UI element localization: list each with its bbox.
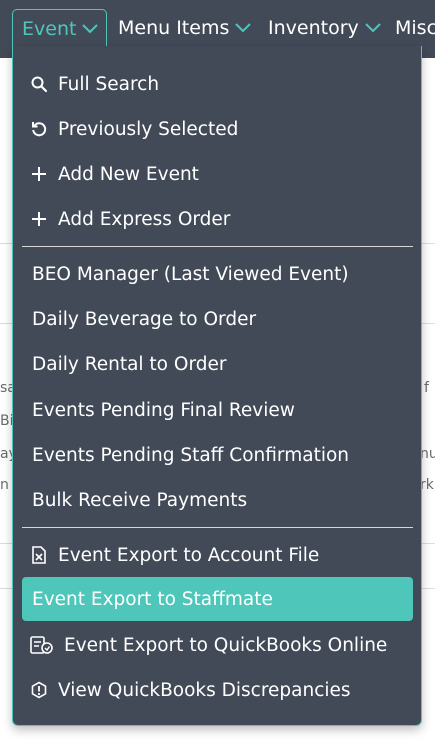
chevron-down-icon bbox=[235, 23, 252, 33]
nav-event[interactable]: Event bbox=[12, 9, 107, 47]
menu-item-beo-manager[interactable]: BEO Manager (Last Viewed Event) bbox=[22, 252, 413, 296]
menu-item-label: Events Pending Final Review bbox=[32, 399, 295, 421]
menu-item-label: BEO Manager (Last Viewed Event) bbox=[32, 263, 349, 285]
excel-file-icon bbox=[29, 545, 49, 565]
menu-item-label: Bulk Receive Payments bbox=[32, 489, 248, 511]
menu-item-daily-beverage[interactable]: Daily Beverage to Order bbox=[22, 297, 413, 341]
menu-item-label: Events Pending Staff Confirmation bbox=[32, 444, 350, 466]
nav-inventory-label: Inventory bbox=[268, 17, 359, 39]
nav-event-label: Event bbox=[22, 17, 77, 40]
menu-divider bbox=[22, 246, 413, 247]
menu-item-pending-staff-confirmation[interactable]: Events Pending Staff Confirmation bbox=[22, 433, 413, 477]
background-text: f bbox=[424, 380, 429, 396]
menu-item-label: Daily Rental to Order bbox=[32, 353, 227, 375]
menu-item-full-search[interactable]: Full Search bbox=[22, 62, 413, 106]
menu-item-bulk-receive-payments[interactable]: Bulk Receive Payments bbox=[22, 478, 413, 522]
menu-item-label: Add New Event bbox=[58, 163, 199, 185]
chevron-down-icon bbox=[82, 23, 99, 33]
menu-divider bbox=[22, 527, 413, 528]
menu-item-label: View QuickBooks Discrepancies bbox=[58, 679, 351, 701]
menu-item-previously-selected[interactable]: Previously Selected bbox=[22, 107, 413, 151]
menu-item-label: Event Export to Account File bbox=[58, 544, 320, 566]
menu-item-label: Daily Beverage to Order bbox=[32, 308, 257, 330]
menu-item-daily-rental[interactable]: Daily Rental to Order bbox=[22, 342, 413, 386]
menu-item-export-account-file[interactable]: Event Export to Account File bbox=[22, 533, 413, 577]
menu-item-label: Add Express Order bbox=[58, 208, 231, 230]
nav-misc-label: Misc bbox=[395, 17, 435, 39]
menu-item-add-express-order[interactable]: Add Express Order bbox=[22, 197, 413, 241]
alert-circle-icon bbox=[29, 680, 49, 700]
search-icon bbox=[29, 74, 49, 94]
nav-misc[interactable]: Misc bbox=[395, 9, 435, 47]
nav-menu-items-label: Menu Items bbox=[118, 17, 230, 39]
menu-item-label: Previously Selected bbox=[58, 118, 239, 140]
nav-inventory[interactable]: Inventory bbox=[268, 9, 381, 47]
invoice-sync-icon bbox=[29, 635, 55, 655]
plus-icon bbox=[29, 209, 49, 229]
menu-item-label: Full Search bbox=[58, 73, 160, 95]
menu-item-label: Event Export to QuickBooks Online bbox=[64, 634, 388, 656]
background-text: nu bbox=[420, 446, 435, 462]
menu-item-pending-final-review[interactable]: Events Pending Final Review bbox=[22, 388, 413, 432]
menu-item-add-new-event[interactable]: Add New Event bbox=[22, 152, 413, 196]
background-text: rk bbox=[420, 477, 434, 493]
plus-icon bbox=[29, 164, 49, 184]
nav-menu-items[interactable]: Menu Items bbox=[118, 9, 252, 47]
menu-item-view-qb-discrepancies[interactable]: View QuickBooks Discrepancies bbox=[22, 668, 413, 712]
history-icon bbox=[29, 119, 49, 139]
menu-item-export-quickbooks[interactable]: Event Export to QuickBooks Online bbox=[22, 623, 413, 667]
event-dropdown-menu: Full Search Previously Selected Add New … bbox=[12, 46, 422, 726]
menu-item-label: Event Export to Staffmate bbox=[32, 588, 273, 610]
menu-item-export-staffmate[interactable]: Event Export to Staffmate bbox=[22, 577, 413, 621]
chevron-down-icon bbox=[365, 23, 381, 33]
